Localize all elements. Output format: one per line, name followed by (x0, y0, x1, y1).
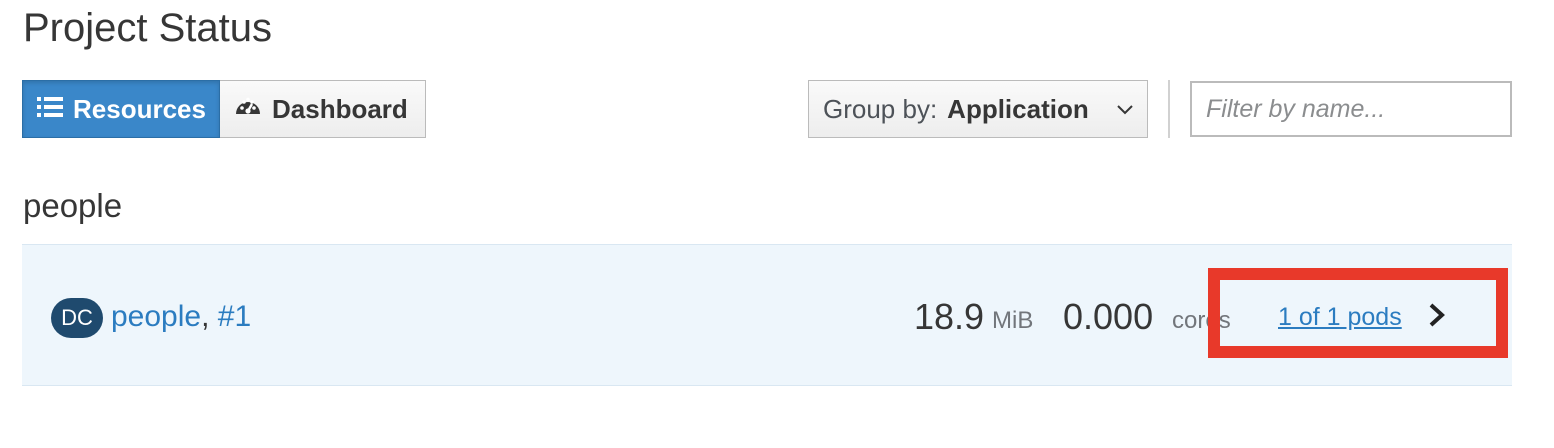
dashboard-view-label: Dashboard (272, 93, 408, 124)
resources-view-label: Resources (73, 93, 206, 124)
group-by-value: Application (947, 93, 1089, 124)
application-group-name: people (23, 187, 123, 224)
row-title-separator: , (201, 300, 210, 333)
deployment-config-row: DC people, #1 18.9 MiB 0.000 cores 1 of … (22, 244, 1512, 386)
resources-view-button[interactable]: Resources (22, 80, 220, 138)
filter-by-name-input[interactable] (1190, 81, 1512, 137)
group-by-label: Group by: (823, 93, 938, 124)
deployment-config-link[interactable]: people (111, 300, 201, 333)
pods-link[interactable]: 1 of 1 pods (1278, 301, 1402, 333)
toolbar-divider (1168, 80, 1170, 138)
dashboard-icon (234, 94, 262, 125)
group-by-dropdown[interactable]: Group by: Application (808, 80, 1148, 138)
deployment-number-link[interactable]: #1 (218, 300, 251, 333)
dashboard-view-button[interactable]: Dashboard (220, 80, 426, 138)
view-toggle: Resources Dashboard (22, 80, 426, 138)
chevron-right-icon[interactable] (1428, 297, 1446, 337)
memory-unit: MiB (992, 307, 1034, 334)
list-icon (37, 94, 63, 125)
memory-value: 18.9 (914, 296, 985, 337)
cpu-value: 0.000 (1063, 296, 1154, 337)
deployment-config-badge: DC (51, 298, 103, 338)
chevron-down-icon (1117, 99, 1133, 120)
cpu-unit: cores (1172, 307, 1231, 334)
row-title: people, #1 (111, 297, 251, 337)
page-title: Project Status (23, 6, 273, 50)
